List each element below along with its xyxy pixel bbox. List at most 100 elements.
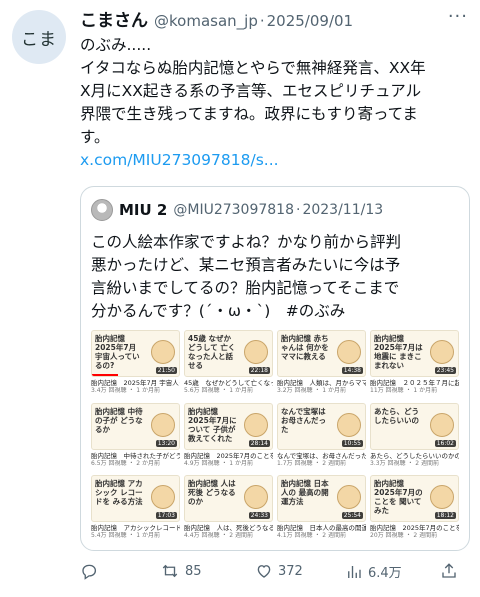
thumbnail-title: 胎内記憶 赤ちゃんは 何かを ママに教える [281,334,329,361]
heart-icon [257,565,271,578]
like-count: 372 [278,563,303,579]
tweet-line: 界隈で生き残ってますね。政界にもすり寄ってま [80,105,418,123]
quote-tweet[interactable]: MIU 2 @MIU273097818 · 2023/11/13 この人絵本作家… [80,186,470,551]
thumbnail-title: 胎内記憶 日本人の 最高の開運方法 [281,479,329,507]
video-meta: 1.7万 回視聴 ・ 2 週間前 [277,459,346,467]
video-item: 胎内記憶 2025年7月の ことを 聞いてみた 18:12 胎内記憶 2025年7月… [370,475,459,545]
video-duration: 28:14 [248,439,270,447]
tweet-line: のぶみ..... [80,36,152,54]
quote-line: 悪かったけど、某ニセ預言者みたいに今は予 [91,256,401,274]
watch-progress-bar [92,374,119,376]
video-meta: 4.1万 回視聴 ・ 2 週間前 [277,532,346,540]
thumbnail-title: 45歳 なぜかどうして 亡くなった人と話せる [188,334,236,370]
video-title: 胎内記憶 2025年7月のことを子どもが教えてもらった [184,451,273,460]
tweet-date[interactable]: 2025/09/01 [267,12,353,30]
illustration-figure [151,485,175,510]
video-title: 胎内記憶 人類は、月からママのおなかにも入ってきた日を [277,379,366,387]
video-item: 胎内記憶 アカシック レコードを みる方法 17:03 胎内記憶 アカシックレコード… [91,475,180,545]
illustration-figure [430,485,454,510]
author-name[interactable]: こまさん [80,6,148,31]
thumbnail-title: 胎内記憶 人は 死後 どうなるのか [188,479,236,507]
share-icon [442,563,456,578]
retweet-count: 85 [185,563,202,579]
video-grid-image[interactable]: 胎内記憶 2025年7月 宇宙人っているの? 21:50 胎内記憶 2025年7月 … [91,330,459,545]
video-duration: 18:12 [434,512,456,520]
video-thumbnail: 45歳 なぜかどうして 亡くなった人と話せる 22:18 [184,330,273,377]
illustration-figure [244,340,268,364]
share-button[interactable] [440,562,458,580]
video-thumbnail: 胎内記憶 中待の子が どうなるか 13:20 [91,402,180,450]
thumbnail-title: 胎内記憶 2025年7月に ついて 子供が教えてくれた [188,406,237,443]
video-item: 胎内記憶 2025年7月は 地震に まきこまれない 23:45 胎内記憶 ２０２５年… [370,330,459,400]
video-meta: 5.6万 回視聴 ・ 1 か月前 [184,387,253,394]
views-button[interactable]: 6.4万 [345,562,402,581]
video-item: なんで宝塚は お母さんだった 10:55 なんで宝塚は、お母さんだった。 1.7万 回… [277,402,366,473]
video-meta: 3.3万 回視聴 ・ 2 週間前 [370,459,439,467]
video-title: 45歳 なぜかどうして亡くなった人と話せる [184,379,273,387]
video-duration: 16:02 [434,439,456,447]
video-duration: 14:38 [341,367,363,374]
video-meta: 3.2万 回視聴 ・ 1 か月前 [277,387,346,394]
reply-button[interactable] [80,562,103,580]
video-title: 胎内記憶 ２０２５年７月に起こるのは、地震じゃなくて、大事件？ [370,379,459,387]
video-duration: 23:45 [434,367,456,374]
illustration-figure [244,485,268,510]
more-options-icon[interactable]: ··· [448,6,468,27]
video-thumbnail: 胎内記憶 2025年7月 宇宙人っているの? 21:50 [91,330,180,377]
tweet-header: こまさん @komasan_jp · 2025/09/01 [80,6,440,31]
thumbnail-title: 胎内記憶 2025年7月 宇宙人っているの? [95,334,140,370]
video-title: 胎内記憶 2025年7月のことを、さらに聞いてみた [370,524,459,533]
video-meta: 3.4万 回視聴 ・ 1 か月前 [91,387,160,394]
action-bar: 85 372 6.4万 [80,562,470,586]
video-thumbnail: 胎内記憶 日本人の 最高の開運方法 25:54 [277,475,366,523]
retweet-button[interactable]: 85 [160,562,202,580]
like-button[interactable]: 372 [255,562,303,580]
video-meta: 11万 回視聴 ・ 1 か月前 [370,387,438,394]
video-item: 45歳 なぜかどうして 亡くなった人と話せる 22:18 45歳 なぜかどうして亡く… [184,330,273,400]
thumbnail-title: 胎内記憶 中待の子が どうなるか [95,406,143,434]
tweet-link[interactable]: x.com/MIU273097818/s... [80,151,279,169]
views-count: 6.4万 [368,566,402,581]
author-handle[interactable]: @komasan_jp [154,12,258,30]
video-item: 胎内記憶 2025年7月に ついて 子供が教えてくれた 28:14 胎内記憶 202… [184,402,273,473]
video-item: あたら、どうしたらいいの 16:02 あたら、どうしたらいいのかの話 3.3万 回視聴… [370,402,459,473]
quote-text: この人絵本作家ですよね？かなり前から評判 悪かったけど、某ニセ預言者みたいに今は… [91,231,461,323]
video-thumbnail: 胎内記憶 2025年7月は 地震に まきこまれない 23:45 [370,330,459,377]
video-thumbnail: 胎内記憶 人は 死後 どうなるのか 24:33 [184,475,273,523]
video-meta: 5.4万 回視聴 ・ 1 か月前 [91,532,160,540]
video-title: あたら、どうしたらいいのかの話 [370,451,459,460]
video-title: 胎内記憶 アカシックレコードをみる方法 [91,524,180,533]
video-thumbnail: 胎内記憶 アカシック レコードを みる方法 17:03 [91,475,180,523]
video-item: 胎内記憶 赤ちゃんは 何かを ママに教える 14:38 胎内記憶 人類は、月からママ… [277,330,366,400]
tweet-line: す。 [80,128,110,146]
video-thumbnail: 胎内記憶 2025年7月の ことを 聞いてみた 18:12 [370,475,459,523]
video-thumbnail: 胎内記憶 2025年7月に ついて 子供が教えてくれた 28:14 [184,402,273,450]
video-title: なんで宝塚は、お母さんだった。 [277,451,366,460]
quote-author-name: MIU 2 [119,201,168,219]
video-item: 胎内記憶 中待の子が どうなるか 13:20 胎内記憶 中待された子がどうなったか教… [91,402,180,473]
dot-separator: · [295,202,301,218]
video-thumbnail: なんで宝塚は お母さんだった 10:55 [277,402,366,450]
video-title: 胎内記憶 人は、死後どうなるのかきいてみた [184,524,273,533]
thumbnail-title: なんで宝塚は お母さんだった [281,406,326,434]
video-duration: 25:54 [341,512,363,520]
avatar[interactable]: こま [12,10,66,64]
quote-line: 言紛いまでしてるの？胎内記憶ってそこまで [91,279,400,297]
quote-header: MIU 2 @MIU273097818 · 2023/11/13 [91,199,383,221]
reply-icon [82,564,97,580]
thumbnail-title: あたら、どうしたらいいの [374,406,419,425]
illustration-figure [151,412,175,437]
video-duration: 13:20 [155,439,177,447]
avatar-text: こま [21,29,57,50]
video-duration: 24:33 [248,512,270,520]
illustration-figure [337,485,361,510]
video-item: 胎内記憶 2025年7月 宇宙人っているの? 21:50 胎内記憶 2025年7月 … [91,330,180,400]
video-duration: 22:18 [248,367,270,374]
views-chart-icon [348,565,361,578]
thumbnail-title: 胎内記憶 2025年7月は 地震に まきこまれない [374,334,423,370]
quote-avatar [91,199,113,221]
illustration-figure [430,412,454,437]
tweet-text: のぶみ..... イタコならぬ胎内記憶とやらで無神経発言、XX年 X月にXX起き… [80,34,470,149]
video-meta: 6.5万 回視聴 ・ 2 か月前 [91,459,160,467]
illustration-figure [430,340,454,364]
